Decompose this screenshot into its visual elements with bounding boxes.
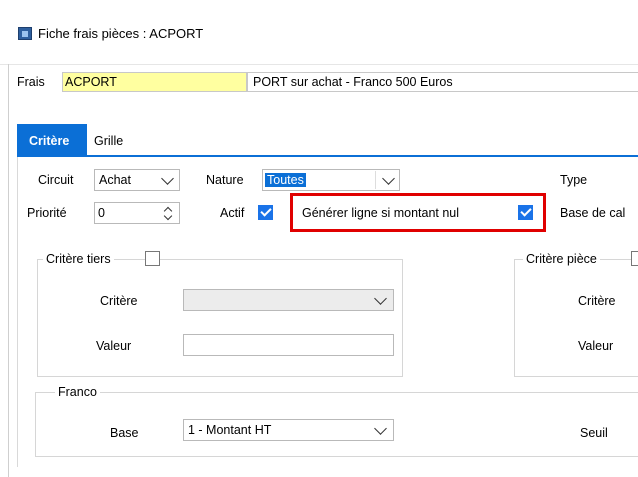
base-calcul-label: Base de cal [560,206,626,220]
franco-base-label: Base [110,426,139,440]
critere-tiers-valeur-label: Valeur [96,339,132,353]
actif-checkbox[interactable] [258,205,273,220]
critere-tiers-select[interactable] [183,289,394,311]
circuit-label: Circuit [38,173,74,187]
priorite-value: 0 [98,206,105,220]
frais-code-value: ACPORT [65,75,117,89]
frais-label: Frais [17,75,45,89]
franco-base-value: 1 - Montant HT [188,423,272,437]
circuit-select[interactable]: Achat [94,169,180,191]
franco-title: Franco [55,384,100,400]
critere-piece-title: Critère pièce [523,251,600,267]
tab-strip [17,155,638,157]
franco-seuil-label: Seuil [580,426,608,440]
critere-tiers-critere-label: Critère [100,294,138,308]
tab-grille[interactable]: Grille [94,133,123,149]
critere-tiers-title: Critère tiers [43,251,114,267]
actif-label: Actif [220,206,245,220]
franco-base-select[interactable]: 1 - Montant HT [183,419,394,441]
nature-value: Toutes [265,173,306,187]
critere-tiers-valeur-input[interactable] [183,334,394,356]
critere-tiers-checkbox[interactable] [145,251,160,266]
generer-ligne-checkbox[interactable] [518,205,533,220]
app-icon [18,27,32,40]
frais-code-field[interactable]: ACPORT [62,72,247,92]
spin-down-icon[interactable] [163,211,173,221]
critere-piece-critere-label: Critère [578,294,616,308]
priorite-spinner[interactable]: 0 [94,202,180,224]
frais-description-value: PORT sur achat - Franco 500 Euros [253,75,453,89]
priorite-label: Priorité [27,206,67,220]
critere-piece-checkbox[interactable] [631,251,638,266]
generer-ligne-label: Générer ligne si montant nul [302,206,460,220]
nature-label: Nature [206,173,244,187]
type-label: Type [560,173,588,187]
chevron-down-icon [382,172,395,185]
chevron-down-icon [161,172,174,185]
nature-select[interactable]: Toutes [262,169,400,191]
frais-description-field[interactable]: PORT sur achat - Franco 500 Euros [247,72,638,92]
tab-critere-label: Critère [29,134,70,148]
combo-divider [375,171,376,189]
chevron-down-icon [374,422,387,435]
tab-content-border [17,157,18,467]
critere-piece-valeur-label: Valeur [578,339,614,353]
circuit-value: Achat [99,173,131,187]
critere-piece-group [514,259,638,377]
critere-tiers-group [37,259,403,377]
chevron-down-icon [374,292,387,305]
window-title: Fiche frais pièces : ACPORT [38,26,204,41]
tab-critere[interactable]: Critère [17,124,87,156]
